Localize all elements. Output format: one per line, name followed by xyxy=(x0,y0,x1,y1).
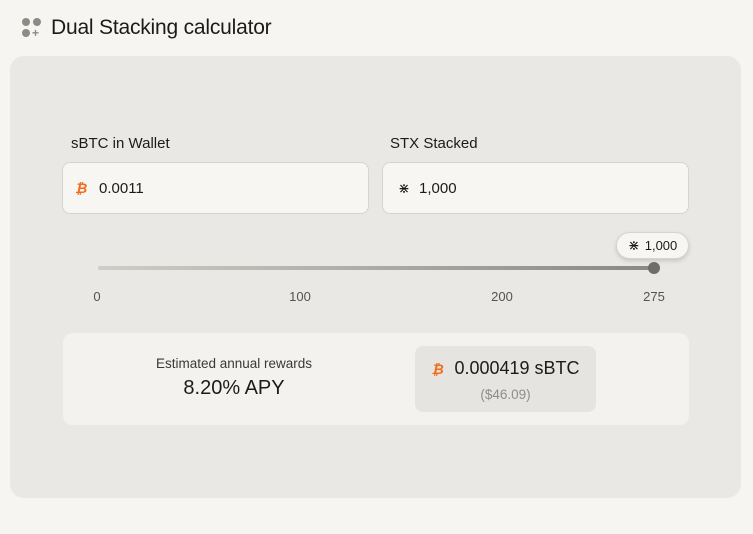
slider-tooltip-value: 1,000 xyxy=(644,238,678,253)
sbtc-icon: ₿ xyxy=(75,180,87,196)
reward-amount-value: 0.000419 sBTC xyxy=(454,358,580,378)
page-header: + Dual Stacking calculator xyxy=(22,16,272,40)
reward-amount-box: ₿ 0.000419 sBTC ($46.09) xyxy=(415,346,596,412)
rewards-apy: 8.20% APY xyxy=(183,377,285,399)
slider-thumb[interactable] xyxy=(648,262,660,274)
stx-field-label: STX Stacked xyxy=(390,135,478,152)
slider-tick-100: 100 xyxy=(289,289,311,304)
stx-slider[interactable] xyxy=(98,262,660,274)
reward-usd-value: ($46.09) xyxy=(480,387,531,402)
apps-add-icon: + xyxy=(22,18,42,39)
stx-icon: ⋇ xyxy=(628,237,640,253)
sbtc-input-value: 0.0011 xyxy=(99,179,144,197)
sbtc-icon: ₿ xyxy=(431,360,443,377)
calculator-card: sBTC in Wallet ₿ 0.0011 STX Stacked ⋇ 1,… xyxy=(10,56,741,498)
rewards-label: Estimated annual rewards xyxy=(155,356,313,371)
slider-tick-0: 0 xyxy=(93,289,101,304)
slider-tick-275: 275 xyxy=(643,289,665,304)
slider-fill xyxy=(98,266,654,270)
sbtc-input[interactable]: ₿ 0.0011 xyxy=(62,162,369,214)
page-title: Dual Stacking calculator xyxy=(51,16,272,39)
sbtc-field-label: sBTC in Wallet xyxy=(71,135,170,152)
reward-amount: ₿ 0.000419 sBTC xyxy=(415,358,596,379)
slider-tick-200: 200 xyxy=(491,289,513,304)
slider-tooltip: ⋇ 1,000 xyxy=(616,232,690,259)
stx-icon: ⋇ xyxy=(398,179,410,196)
rewards-panel: Estimated annual rewards 8.20% APY ₿ 0.0… xyxy=(63,333,689,425)
stx-input[interactable]: ⋇ 1,000 xyxy=(382,162,689,214)
stx-input-value: 1,000 xyxy=(419,179,457,197)
